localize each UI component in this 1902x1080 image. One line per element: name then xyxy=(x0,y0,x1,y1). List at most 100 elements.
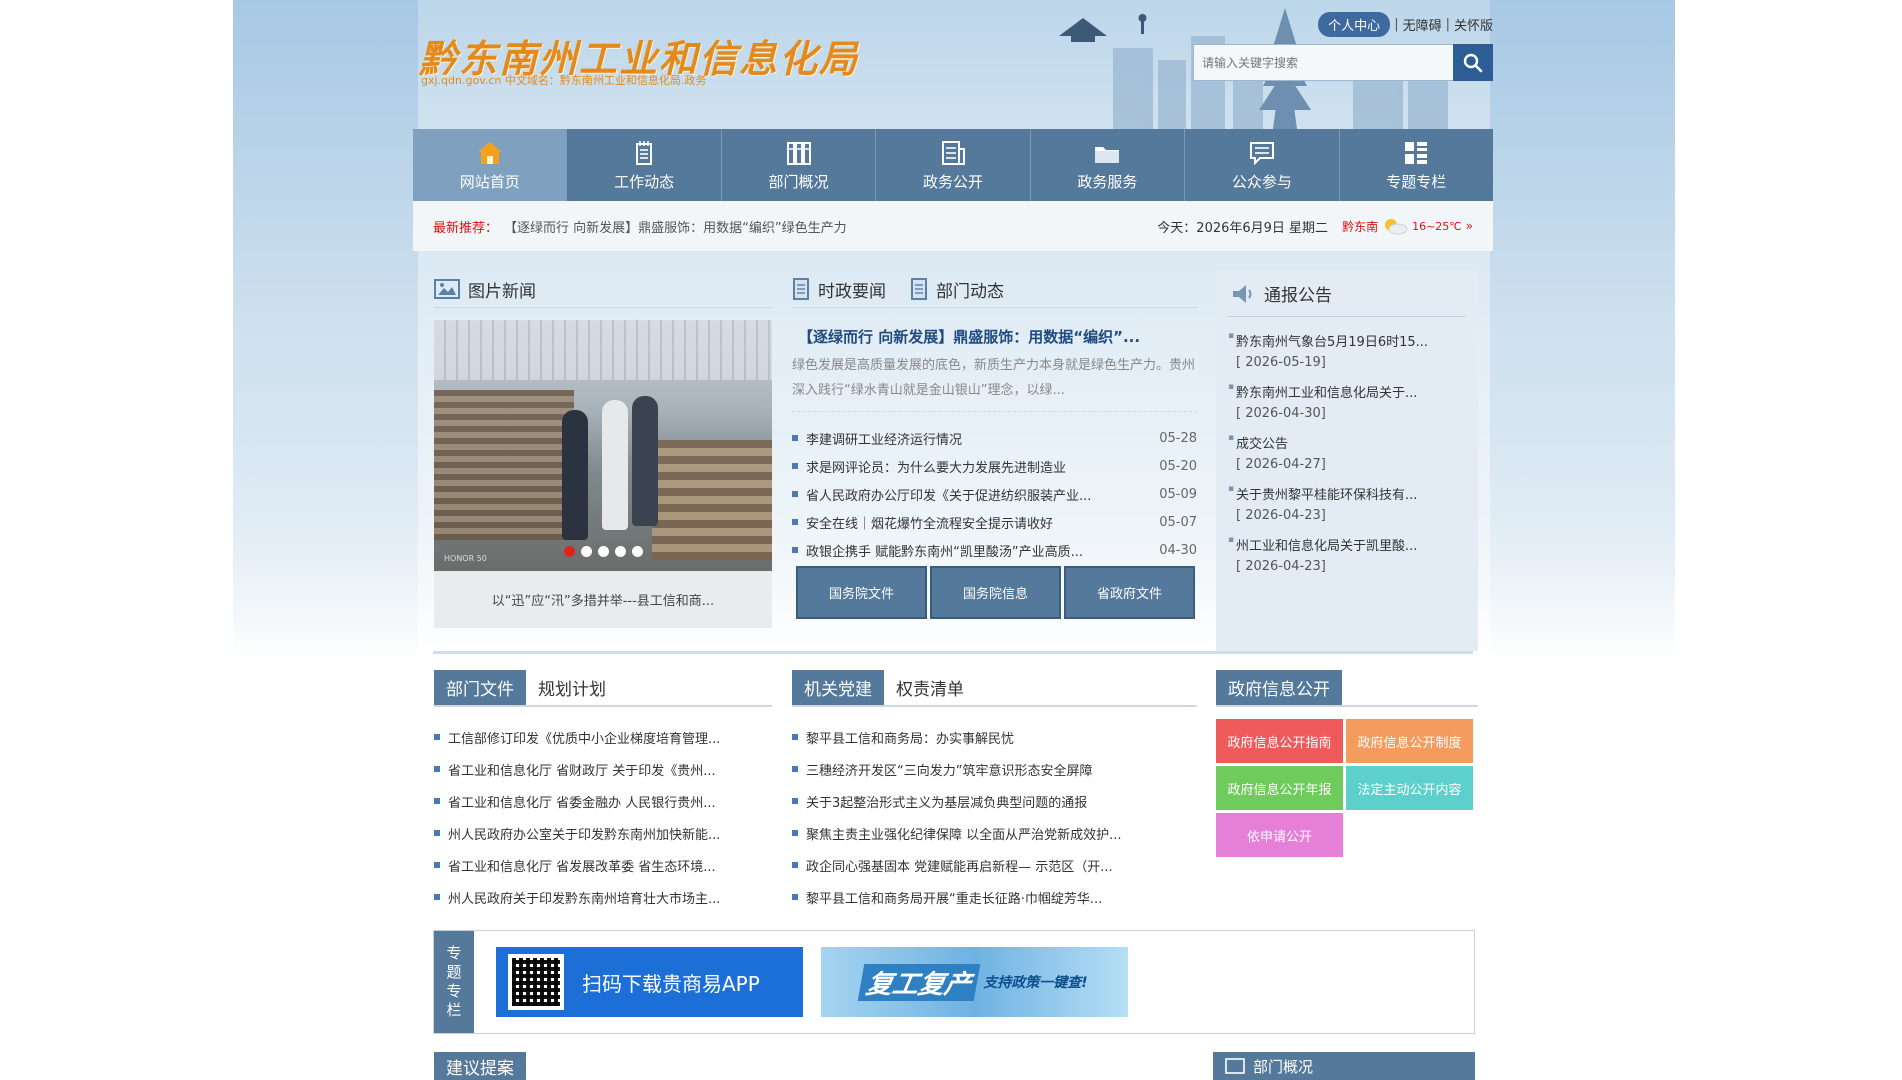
books-icon xyxy=(786,141,811,165)
tab-label: 部门动态 xyxy=(936,281,1004,302)
department-documents-list: 工信部修订印发《优质中小企业梯度培育管理... 省工业和信息化厅 省财政厅 关于… xyxy=(434,721,772,913)
picture-news-carousel-image[interactable]: HONOR 50 xyxy=(434,320,772,571)
accessible-mode-link[interactable]: 无障碍 xyxy=(1403,15,1442,34)
list-item[interactable]: 州工业和信息化局关于凯里酸...[ 2026-04-23] xyxy=(1228,529,1466,580)
gov-info-statutory-content-button[interactable]: 法定主动公开内容 xyxy=(1346,766,1473,810)
news-section: 图片新闻 HONOR 50 以“迅”应“汛”多措并举---县工信和商... 时政… xyxy=(413,271,1493,651)
gov-info-by-application-button[interactable]: 依申请公开 xyxy=(1216,813,1343,857)
nav-item-label: 政务服务 xyxy=(1077,172,1138,191)
notice-title[interactable]: 通报公告 xyxy=(1264,281,1332,306)
tab-suggestions-proposals[interactable]: 建议提案 xyxy=(434,1052,526,1080)
carousel-dot[interactable] xyxy=(580,546,592,557)
government-info-header: 政府信息公开 xyxy=(1216,670,1478,707)
site-search xyxy=(1193,44,1493,81)
tab-responsibility-list[interactable]: 权责清单 xyxy=(884,670,976,705)
carousel-dot[interactable] xyxy=(631,546,643,557)
list-item[interactable]: 成交公告[ 2026-04-27] xyxy=(1228,427,1466,478)
gov-info-annual-report-button[interactable]: 政府信息公开年报 xyxy=(1216,766,1343,810)
list-item[interactable]: 工信部修订印发《优质中小企业梯度培育管理... xyxy=(434,721,772,753)
party-building-panel: 机关党建 权责清单 黎平县工信和商务局：办实事解民忧 三穗经济开发区“三向发力”… xyxy=(792,670,1197,913)
download-app-banner[interactable]: 扫码下载贵商易APP xyxy=(496,947,803,1017)
tab-politics-news[interactable]: 时政要闻 xyxy=(792,271,886,307)
download-app-banner-text: 扫码下载贵商易APP xyxy=(582,971,760,996)
tab-party-building[interactable]: 机关党建 xyxy=(792,670,884,705)
nav-item-label: 工作动态 xyxy=(614,172,675,191)
list-item[interactable]: 州人民政府关于印发黔东南州培育壮大市场主... xyxy=(434,881,772,913)
gov-info-guide-button[interactable]: 政府信息公开指南 xyxy=(1216,719,1343,763)
document-icon xyxy=(1225,1058,1245,1074)
list-item[interactable]: 关于贵州黎平桂能环保科技有...[ 2026-04-23] xyxy=(1228,478,1466,529)
nav-item-work-news[interactable]: 工作动态 xyxy=(567,129,722,201)
nav-item-home[interactable]: 网站首页 xyxy=(413,129,568,201)
special-topics-label: 专 题 专 栏 xyxy=(434,931,474,1033)
nav-item-label: 专题专栏 xyxy=(1386,172,1447,191)
list-item[interactable]: 黔东南州工业和信息化局关于...[ 2026-04-30] xyxy=(1228,376,1466,427)
gov-info-system-button[interactable]: 政府信息公开制度 xyxy=(1346,719,1473,763)
list-item[interactable]: 政银企携手 赋能黔东南州“凯里酸汤”产业高质... 04-30 xyxy=(792,536,1197,564)
link-separator: | xyxy=(1445,17,1450,32)
weather-more-icon[interactable]: » xyxy=(1466,219,1473,233)
nav-item-government-services[interactable]: 政务服务 xyxy=(1031,129,1186,201)
state-council-documents-button[interactable]: 国务院文件 xyxy=(796,566,927,619)
home-icon xyxy=(477,141,502,164)
list-item[interactable]: 关于3起整治形式主义为基层减负典型问题的通报 xyxy=(792,785,1197,817)
state-council-info-button[interactable]: 国务院信息 xyxy=(930,566,1061,619)
list-item[interactable]: 黎平县工信和商务局开展“重走长征路·巾帼绽芳华... xyxy=(792,881,1197,913)
nav-item-public-participation[interactable]: 公众参与 xyxy=(1185,129,1340,201)
list-item[interactable]: 省人民政府办公厅印发《关于促进纺织服装产业... 05-09 xyxy=(792,480,1197,508)
partly-cloudy-icon xyxy=(1385,219,1408,235)
headline-news-link[interactable]: 【逐绿而行 向新发展】鼎盛服饰：用数据“编织”... xyxy=(792,326,1197,347)
list-item[interactable]: 州人民政府办公室关于印发黔东南州加快新能... xyxy=(434,817,772,849)
nav-item-label: 部门概况 xyxy=(768,172,829,191)
search-input[interactable] xyxy=(1193,44,1453,81)
personal-center-link[interactable]: 个人中心 xyxy=(1318,12,1391,37)
list-item[interactable]: 求是网评论员：为什么要大力发展先进制造业 05-20 xyxy=(792,452,1197,480)
section-divider xyxy=(433,651,1473,654)
government-info-title[interactable]: 政府信息公开 xyxy=(1216,670,1342,705)
list-item[interactable]: 三穗经济开发区“三向发力”筑牢意识形态安全屏障 xyxy=(792,753,1197,785)
carousel-dot[interactable] xyxy=(614,546,626,557)
list-item[interactable]: 省工业和信息化厅 省委金融办 人民银行贵州... xyxy=(434,785,772,817)
top-utility-links: 个人中心 | 无障碍 | 关怀版 xyxy=(1318,12,1493,37)
tab-department-news[interactable]: 部门动态 xyxy=(910,271,1004,307)
nav-item-department-overview[interactable]: 部门概况 xyxy=(722,129,877,201)
headline-summary: 绿色发展是高质量发展的底色，新质生产力本身就是绿色生产力。贵州深入践行“绿水青山… xyxy=(792,353,1197,412)
provincial-government-documents-button[interactable]: 省政府文件 xyxy=(1064,566,1195,619)
ticker-news-link[interactable]: 【逐绿而行 向新发展】鼎盛服饰：用数据“编织”绿色生产力 xyxy=(504,217,1157,236)
weather-city: 黔东南 xyxy=(1342,219,1379,234)
link-separator: | xyxy=(1394,17,1399,32)
list-item[interactable]: 黎平县工信和商务局：办实事解民忧 xyxy=(792,721,1197,753)
picture-news-title[interactable]: 图片新闻 xyxy=(468,277,536,302)
government-info-links: 政府信息公开指南 政府信息公开制度 政府信息公开年报 法定主动公开内容 依申请公… xyxy=(1216,719,1478,857)
special-topics-banner-strip: 专 题 专 栏 扫码下载贵商易APP 复工复产 支持政策一键查! xyxy=(433,930,1475,1034)
resume-work-policy-banner[interactable]: 复工复产 支持政策一键查! xyxy=(821,947,1128,1017)
latest-news-ticker: 最新推荐： 【逐绿而行 向新发展】鼎盛服饰：用数据“编织”绿色生产力 今天：20… xyxy=(413,201,1493,251)
search-button[interactable] xyxy=(1453,44,1493,81)
documents-section: 部门文件 规划计划 工信部修订印发《优质中小企业梯度培育管理... 省工业和信息… xyxy=(413,670,1493,907)
care-mode-link[interactable]: 关怀版 xyxy=(1454,15,1493,34)
carousel-dot[interactable] xyxy=(563,546,575,557)
tab-department-documents[interactable]: 部门文件 xyxy=(434,670,526,705)
ticker-label: 最新推荐： xyxy=(433,220,499,236)
document-icon xyxy=(941,140,965,165)
nav-item-special-topics[interactable]: 专题专栏 xyxy=(1340,129,1493,201)
comment-icon xyxy=(1249,141,1274,165)
carousel-dot[interactable] xyxy=(597,546,609,557)
list-item[interactable]: 黔东南州气象台5月19日6时15...[ 2026-05-19] xyxy=(1228,325,1466,376)
party-building-list: 黎平县工信和商务局：办实事解民忧 三穗经济开发区“三向发力”筑牢意识形态安全屏障… xyxy=(792,721,1197,913)
department-overview-title[interactable]: 部门概况 xyxy=(1253,1056,1313,1077)
list-item[interactable]: 安全在线｜烟花爆竹全流程安全提示请收好 05-07 xyxy=(792,508,1197,536)
tab-plans[interactable]: 规划计划 xyxy=(526,670,618,705)
list-item[interactable]: 聚焦主责主业强化纪律保障 以全面从严治党新成效护... xyxy=(792,817,1197,849)
list-item[interactable]: 省工业和信息化厅 省财政厅 关于印发《贵州... xyxy=(434,753,772,785)
notice-header: 通报公告 xyxy=(1228,271,1466,317)
folder-icon xyxy=(1095,146,1120,163)
picture-news-caption[interactable]: 以“迅”应“汛”多措并举---县工信和商... xyxy=(434,571,772,628)
nav-item-government-affairs-disclosure[interactable]: 政务公开 xyxy=(876,129,1031,201)
politics-news-panel: 时政要闻 部门动态 【逐绿而行 向新发展】鼎盛服饰：用数据“编织”... 绿色发… xyxy=(792,271,1197,619)
list-item[interactable]: 李建调研工业经济运行情况 05-28 xyxy=(792,424,1197,452)
list-item[interactable]: 政企同心强基固本 党建赋能再启新程— 示范区（开... xyxy=(792,849,1197,881)
weather-widget: 黔东南 16~25℃ » xyxy=(1342,217,1473,235)
list-item[interactable]: 省工业和信息化厅 省发展改革委 省生态环境... xyxy=(434,849,772,881)
speaker-icon xyxy=(1233,284,1252,303)
